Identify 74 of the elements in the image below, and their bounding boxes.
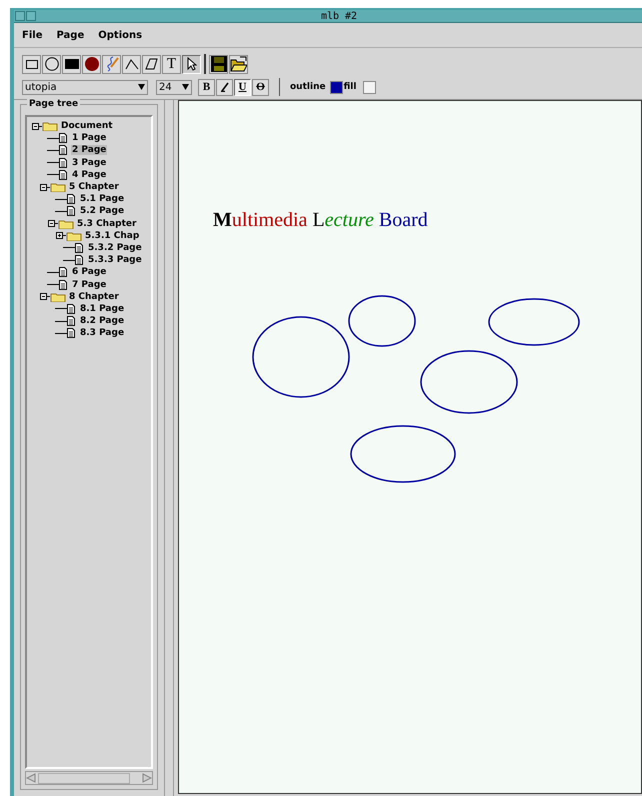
- tree-item[interactable]: 5 Chapter: [68, 182, 120, 192]
- tree-item[interactable]: 4 Page: [71, 170, 108, 180]
- folder-icon: [66, 230, 82, 241]
- fill-label: fill: [344, 82, 356, 92]
- font-family-dropdown[interactable]: utopia: [22, 80, 148, 94]
- polygon-tool-button[interactable]: [142, 54, 161, 74]
- splitter-handle[interactable]: [164, 100, 174, 796]
- ellipse[interactable]: [252, 316, 350, 398]
- tree-item[interactable]: 7 Page: [71, 280, 108, 290]
- rect-tool-button[interactable]: [22, 54, 41, 74]
- format-button[interactable]: B: [198, 78, 215, 96]
- font-size-dropdown[interactable]: 24: [156, 80, 192, 94]
- fill-color-swatch[interactable]: [363, 80, 376, 94]
- tree-item[interactable]: 5.3 Chapter: [76, 218, 138, 229]
- window-title: mlb #2: [320, 10, 358, 22]
- tree-item[interactable]: 2 Page: [71, 145, 108, 156]
- tree-item[interactable]: 8.3 Page: [79, 328, 126, 338]
- drawing-canvas[interactable]: Multimedia Lecture Board: [178, 100, 642, 794]
- heading-text[interactable]: Multimedia Lecture Board: [213, 209, 428, 232]
- folder-icon: [50, 182, 66, 192]
- tree-item[interactable]: 5.1 Page: [79, 194, 126, 204]
- expand-icon[interactable]: [56, 232, 63, 240]
- circle-icon: [44, 57, 58, 71]
- folder-icon: [230, 56, 247, 72]
- filled-rect-tool-button[interactable]: [62, 54, 81, 74]
- tree-item[interactable]: 8 Chapter: [68, 292, 120, 302]
- rectangle-icon: [26, 60, 38, 68]
- ellipse[interactable]: [420, 350, 518, 414]
- collapse-icon[interactable]: [40, 293, 47, 300]
- panel-title: Page tree: [27, 99, 80, 109]
- save-button[interactable]: [209, 54, 228, 74]
- menu-item[interactable]: Page: [56, 30, 84, 41]
- tree-item[interactable]: 3 Page: [71, 158, 108, 168]
- ellipse[interactable]: [350, 425, 456, 483]
- folder-icon: [58, 218, 74, 229]
- ellipse[interactable]: [348, 295, 416, 347]
- italic-icon: [220, 82, 229, 92]
- tree-item[interactable]: Document: [60, 121, 114, 132]
- menu-item[interactable]: File: [22, 30, 42, 41]
- caret-icon: [138, 84, 145, 90]
- collapse-icon[interactable]: [48, 220, 55, 228]
- filled-circle-tool-button[interactable]: [82, 54, 101, 74]
- circle-tool-button[interactable]: [42, 54, 61, 74]
- collapse-icon[interactable]: [32, 122, 39, 130]
- pointer-icon: [186, 57, 196, 71]
- format-button[interactable]: U: [234, 78, 251, 96]
- filled-circle-icon: [84, 57, 98, 71]
- outline-color-swatch[interactable]: [330, 80, 343, 94]
- polyline-tool-button[interactable]: [122, 54, 141, 74]
- tree-item[interactable]: 8.2 Page: [79, 316, 126, 326]
- format-button[interactable]: O: [252, 78, 269, 96]
- menu-item[interactable]: Options: [98, 30, 142, 41]
- tree-item[interactable]: 1 Page: [71, 133, 108, 144]
- folder-icon: [50, 292, 66, 302]
- collapse-icon[interactable]: [40, 184, 47, 191]
- ellipse[interactable]: [488, 298, 580, 346]
- polygon-icon: [144, 58, 158, 70]
- polyline-icon: [124, 58, 138, 70]
- tree-item[interactable]: 5.2 Page: [79, 206, 126, 216]
- pointer-tool-button[interactable]: [182, 54, 201, 74]
- open-button[interactable]: [229, 54, 248, 74]
- outline-label: outline: [290, 82, 326, 92]
- tree-item[interactable]: 5.3.1 Chap: [84, 230, 140, 241]
- folder-icon: [42, 121, 58, 132]
- caret-icon: [182, 84, 189, 90]
- text-tool-button[interactable]: T: [162, 54, 181, 74]
- tree-item[interactable]: 5.3.3 Page: [87, 255, 143, 266]
- italic-button[interactable]: [216, 78, 233, 96]
- filled-rectangle-icon: [64, 59, 78, 69]
- tree-item[interactable]: 8.1 Page: [79, 304, 126, 314]
- tree-item[interactable]: 5.3.2 Page: [87, 242, 143, 253]
- tree-item[interactable]: 6 Page: [71, 267, 108, 278]
- freehand-pen-icon: [104, 56, 118, 72]
- freehand-tool-button[interactable]: [102, 54, 121, 74]
